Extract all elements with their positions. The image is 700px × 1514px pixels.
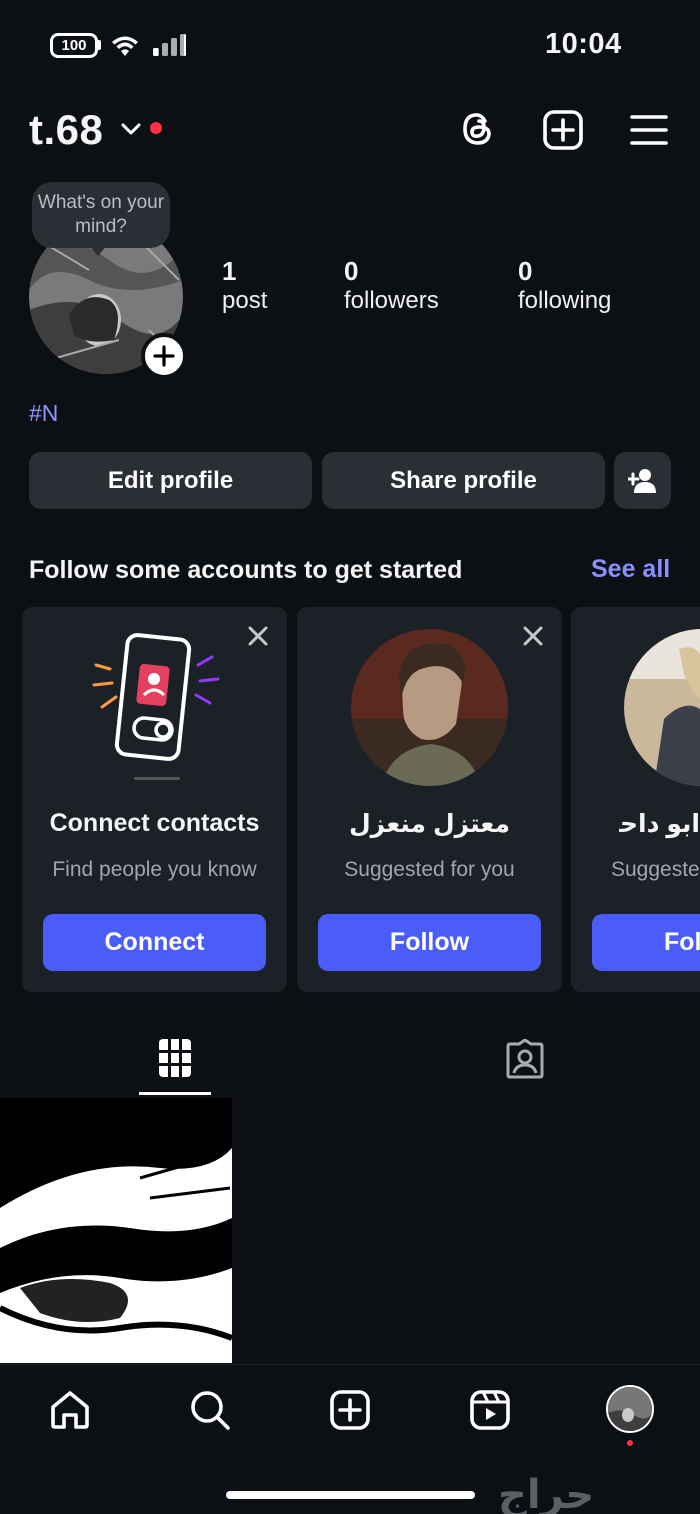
tagged-icon[interactable] xyxy=(505,1039,545,1079)
create-post-icon[interactable] xyxy=(329,1389,371,1431)
home-indicator[interactable] xyxy=(226,1491,475,1499)
watermark: حراج xyxy=(498,1473,595,1514)
add-story-button[interactable] xyxy=(141,333,187,379)
suggestion-card-contacts[interactable]: Connect contacts Find people you know Co… xyxy=(22,607,287,992)
profile-notification-dot xyxy=(627,1440,633,1446)
connect-button[interactable]: Connect xyxy=(43,914,266,971)
stat-posts[interactable]: 1 post xyxy=(222,256,267,315)
card-subtitle: Suggested for you xyxy=(611,858,700,881)
share-profile-button[interactable]: Share profile xyxy=(322,452,605,509)
suggested-user-avatar[interactable] xyxy=(351,629,508,786)
reels-icon[interactable] xyxy=(469,1389,511,1431)
suggestions-title: Follow some accounts to get started xyxy=(29,556,463,584)
profile-bio[interactable]: #N xyxy=(29,400,58,427)
cellular-signal-icon xyxy=(153,34,186,58)
see-all-link[interactable]: See all xyxy=(591,555,670,584)
create-icon[interactable] xyxy=(542,109,584,151)
plus-icon xyxy=(153,345,175,367)
follow-button[interactable]: Follow xyxy=(318,914,541,971)
note-text: What's on your mind? xyxy=(37,192,165,237)
card-title: معتزل منعزل xyxy=(348,810,511,838)
edit-profile-button[interactable]: Edit profile xyxy=(29,452,312,509)
stat-following-label: following xyxy=(518,287,612,314)
battery-level: 100 xyxy=(61,37,87,54)
suggestion-card-user[interactable]: معتزل منعزل Suggested for you Follow xyxy=(297,607,562,992)
card-subtitle: Suggested for you xyxy=(344,858,515,881)
wifi-icon xyxy=(112,36,138,56)
stat-followers[interactable]: 0 followers xyxy=(344,256,439,315)
note-bubble[interactable]: What's on your mind? xyxy=(32,182,170,248)
chevron-down-icon[interactable] xyxy=(120,122,142,136)
battery-tip xyxy=(98,40,101,50)
post-thumbnail[interactable] xyxy=(0,1098,232,1363)
suggested-user-avatar[interactable] xyxy=(624,629,700,786)
close-icon[interactable] xyxy=(520,623,546,649)
stat-following-value: 0 xyxy=(518,256,533,286)
search-icon[interactable] xyxy=(189,1389,231,1431)
battery-indicator: 100 xyxy=(50,33,98,58)
home-icon[interactable] xyxy=(49,1389,91,1431)
menu-icon[interactable] xyxy=(630,113,668,147)
status-time: 10:04 xyxy=(545,28,622,60)
suggestion-card-user[interactable]: ابو داحم Suggested for you Follow xyxy=(571,607,700,992)
stat-followers-value: 0 xyxy=(344,256,359,286)
avatar-photo xyxy=(608,1387,652,1431)
card-title: Connect contacts xyxy=(49,809,260,837)
card-subtitle: Find people you know xyxy=(52,858,257,881)
stat-following[interactable]: 0 following xyxy=(518,256,611,315)
card-title: ابو داحم xyxy=(619,810,700,838)
add-person-icon xyxy=(627,468,656,493)
notification-dot xyxy=(150,122,162,134)
grid-icon[interactable] xyxy=(158,1038,192,1078)
threads-icon[interactable] xyxy=(457,109,497,149)
stat-posts-label: post xyxy=(222,287,268,314)
discover-people-button[interactable] xyxy=(614,452,671,509)
stat-followers-label: followers xyxy=(344,287,439,314)
stat-posts-value: 1 xyxy=(222,256,237,286)
profile-username[interactable]: t.68 xyxy=(29,106,103,154)
tab-active-indicator xyxy=(139,1092,211,1095)
profile-tab-avatar[interactable] xyxy=(606,1385,654,1433)
follow-button[interactable]: Follow xyxy=(592,914,700,971)
close-icon[interactable] xyxy=(245,623,271,649)
note-bubble-tail xyxy=(88,244,108,256)
post-image xyxy=(0,1098,232,1363)
phone-contacts-icon xyxy=(92,633,220,780)
